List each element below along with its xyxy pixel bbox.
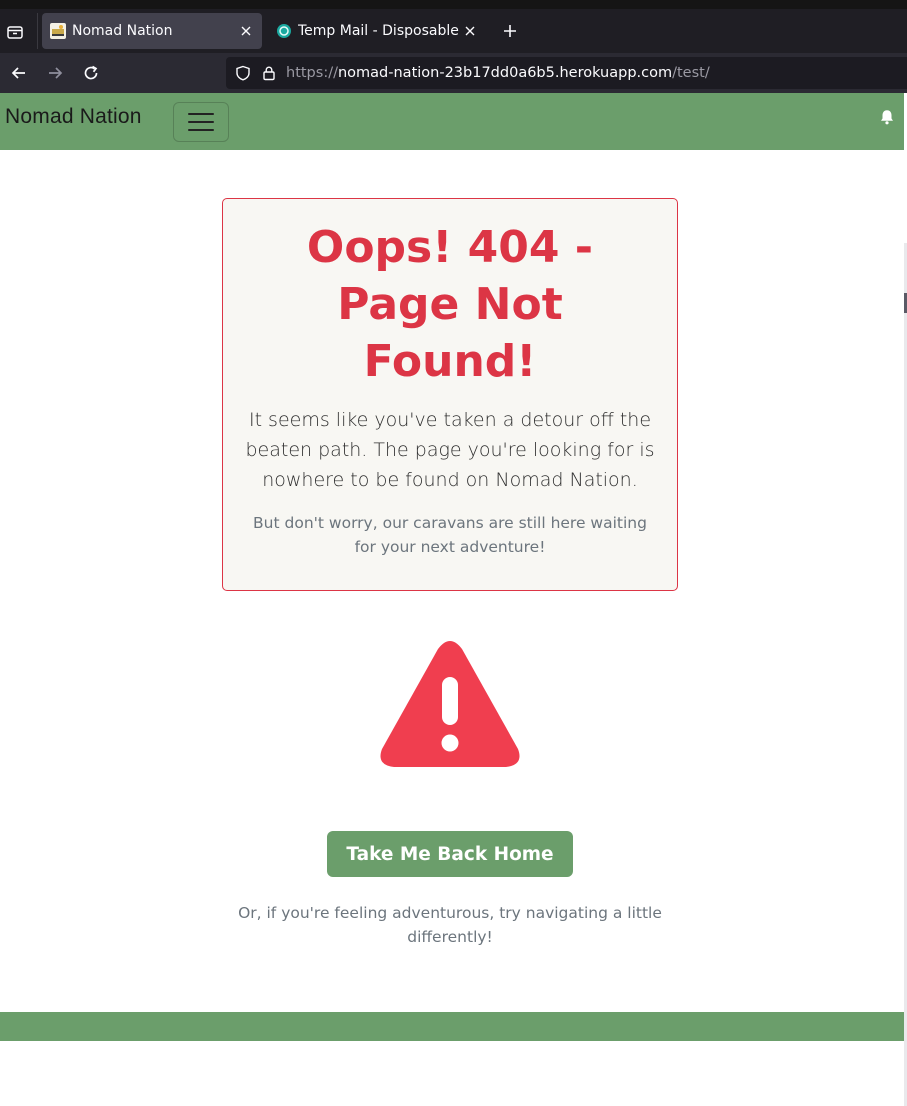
close-tab-icon[interactable] <box>462 23 478 39</box>
alternative-navigation-text: Or, if you're feeling adventurous, try n… <box>238 904 662 946</box>
url-host: nomad-nation-23b17dd0a6b5.herokuapp.com <box>337 65 673 81</box>
error-title: Oops! 404 - Page Not Found! <box>306 222 594 387</box>
tab-temp-mail[interactable]: Temp Mail - Disposable Te <box>268 13 486 49</box>
tab-list-icon[interactable] <box>4 21 26 43</box>
new-tab-icon[interactable] <box>500 21 520 41</box>
tab-separator <box>37 13 38 49</box>
window-top-strip <box>0 0 907 9</box>
tab-nomad-nation[interactable]: Nomad Nation <box>42 13 262 49</box>
temp-mail-favicon <box>276 23 292 39</box>
url-path: /test/ <box>672 65 710 81</box>
tab-bar: Nomad Nation Temp Mail - Disposable Te <box>0 9 907 53</box>
shield-icon[interactable] <box>234 64 252 82</box>
back-icon[interactable] <box>8 62 30 84</box>
warning-triangle-icon <box>378 641 522 769</box>
take-me-back-home-button[interactable]: Take Me Back Home <box>327 831 573 877</box>
tab-title: Temp Mail - Disposable Te <box>298 23 462 39</box>
forward-icon[interactable] <box>44 62 66 84</box>
url-scheme: https:// <box>286 65 338 81</box>
site-footer <box>0 1012 907 1041</box>
page-viewport: Nomad Nation Oops! 404 - Page Not Found!… <box>0 93 907 1106</box>
lock-icon[interactable] <box>260 64 278 82</box>
error-card: Oops! 404 - Page Not Found! It seems lik… <box>222 198 678 591</box>
close-tab-icon[interactable] <box>238 23 254 39</box>
error-sub-text: But don't worry, our caravans are still … <box>253 514 647 556</box>
site-navbar: Nomad Nation <box>0 93 904 150</box>
error-lead-text: It seems like you've taken a detour off … <box>245 409 655 491</box>
hamburger-icon-bar <box>188 113 214 115</box>
hamburger-icon-bar <box>188 121 214 123</box>
browser-toolbar: https://nomad-nation-23b17dd0a6b5.heroku… <box>0 53 907 93</box>
hamburger-icon-bar <box>188 129 214 131</box>
bell-icon[interactable] <box>878 108 896 126</box>
navbar-toggler-button[interactable] <box>173 102 229 142</box>
reload-icon[interactable] <box>80 62 102 84</box>
url-text[interactable]: https://nomad-nation-23b17dd0a6b5.heroku… <box>286 65 710 81</box>
brand-link[interactable]: Nomad Nation <box>5 105 142 129</box>
nomad-nation-favicon <box>50 23 66 39</box>
url-bar[interactable]: https://nomad-nation-23b17dd0a6b5.heroku… <box>226 57 907 89</box>
tab-title: Nomad Nation <box>72 23 173 39</box>
